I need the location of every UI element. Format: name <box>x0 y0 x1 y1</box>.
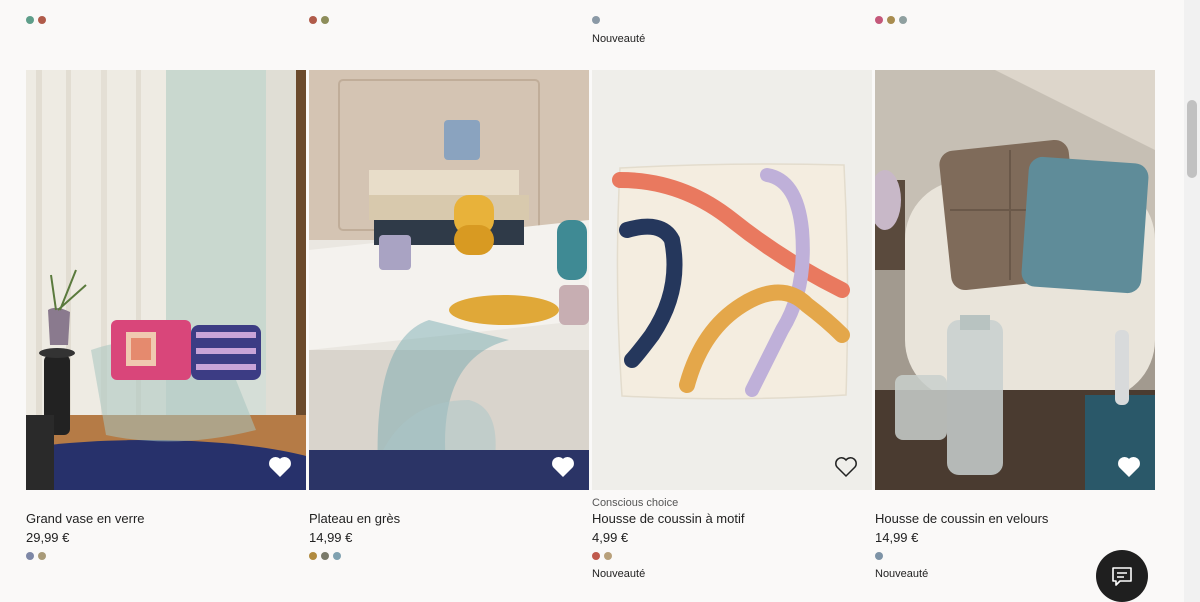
product-title[interactable]: Grand vase en verre <box>26 511 145 526</box>
product-card-housse-motif[interactable]: Conscious choice Housse de coussin à mot… <box>592 70 872 580</box>
product-listing-page: Nouveauté Grand vase en verre 29,99 € Pl… <box>0 0 1200 602</box>
heart-outline-icon[interactable] <box>834 456 858 478</box>
color-swatch[interactable] <box>321 16 329 24</box>
color-swatch[interactable] <box>592 552 600 560</box>
color-swatch[interactable] <box>38 552 46 560</box>
page-scrollbar[interactable] <box>1184 0 1200 602</box>
product-photo <box>592 70 872 490</box>
product-price: 4,99 € <box>592 530 629 545</box>
color-swatches <box>875 552 883 560</box>
product-title[interactable]: Housse de coussin à motif <box>592 511 744 526</box>
color-swatches <box>592 16 600 24</box>
color-swatch[interactable] <box>333 552 341 560</box>
new-badge: Nouveauté <box>592 33 646 45</box>
product-price: 29,99 € <box>26 530 70 545</box>
product-card-grand-vase[interactable]: Grand vase en verre 29,99 € <box>26 70 306 560</box>
conscious-choice-label: Conscious choice <box>592 497 679 509</box>
product-card-housse-velours[interactable]: Housse de coussin en velours 14,99 € Nou… <box>875 70 1155 580</box>
color-swatch[interactable] <box>38 16 46 24</box>
product-title[interactable]: Housse de coussin en velours <box>875 511 1048 526</box>
color-swatch[interactable] <box>875 16 883 24</box>
color-swatches <box>875 16 907 24</box>
product-image[interactable] <box>875 70 1155 490</box>
color-swatches <box>309 552 341 560</box>
color-swatch[interactable] <box>309 16 317 24</box>
color-swatch[interactable] <box>887 16 895 24</box>
previous-product-row: Nouveauté <box>0 0 1184 60</box>
product-title[interactable]: Plateau en grès <box>309 511 400 526</box>
new-badge: Nouveauté <box>592 568 646 580</box>
product-card-plateau[interactable]: Plateau en grès 14,99 € <box>309 70 589 560</box>
color-swatch[interactable] <box>604 552 612 560</box>
chat-icon <box>1112 567 1132 586</box>
color-swatch[interactable] <box>321 552 329 560</box>
product-image[interactable] <box>26 70 306 490</box>
product-image[interactable] <box>592 70 872 490</box>
heart-outline-icon[interactable] <box>551 456 575 478</box>
product-photo <box>26 70 306 490</box>
product-photo <box>309 70 589 490</box>
color-swatch[interactable] <box>26 552 34 560</box>
color-swatch[interactable] <box>309 552 317 560</box>
color-swatches <box>592 552 612 560</box>
color-swatches <box>309 16 329 24</box>
product-photo <box>875 70 1155 490</box>
product-price: 14,99 € <box>309 530 353 545</box>
color-swatch[interactable] <box>875 552 883 560</box>
product-price: 14,99 € <box>875 530 919 545</box>
color-swatch[interactable] <box>899 16 907 24</box>
color-swatches <box>26 16 46 24</box>
heart-outline-icon[interactable] <box>268 456 292 478</box>
scrollbar-thumb[interactable] <box>1187 100 1197 178</box>
new-badge: Nouveauté <box>875 568 929 580</box>
heart-outline-icon[interactable] <box>1117 456 1141 478</box>
product-image[interactable] <box>309 70 589 490</box>
color-swatch[interactable] <box>592 16 600 24</box>
color-swatch[interactable] <box>26 16 34 24</box>
chat-button[interactable] <box>1096 550 1148 602</box>
color-swatches <box>26 552 46 560</box>
